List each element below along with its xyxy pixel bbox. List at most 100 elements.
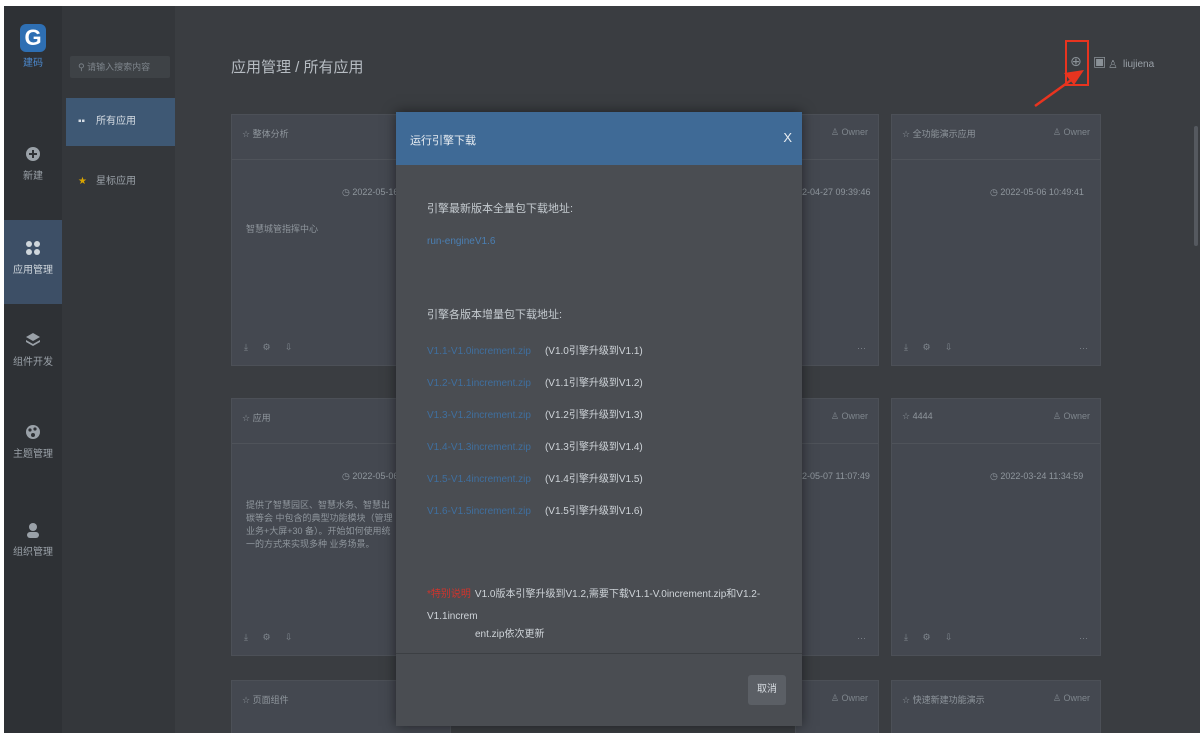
sidebar-item-all-apps[interactable]: ▪▪ 所有应用 [66, 98, 175, 146]
increment-row: V1.6-V1.5increment.zip (V1.5引擎升级到V1.6) [427, 502, 643, 517]
divider [796, 443, 878, 444]
card-owner: ♙ Owner [1052, 127, 1090, 137]
search-placeholder: 请输入搜索内容 [87, 62, 151, 72]
increment-link[interactable]: V1.5-V1.4increment.zip [427, 474, 531, 485]
rail-item-app-management[interactable]: 应用管理 [4, 220, 62, 304]
increment-row: V1.2-V1.1increment.zip (V1.1引擎升级到V1.2) [427, 374, 643, 389]
more-icon[interactable]: ··· [857, 633, 866, 643]
increment-desc: (V1.4引擎升级到V1.5) [544, 474, 643, 485]
star-icon: ★ [78, 176, 87, 187]
increment-desc: (V1.3引擎升级到V1.4) [544, 442, 643, 453]
app-card[interactable]: ♙ Owner [795, 680, 879, 733]
increment-row: V1.3-V1.2increment.zip (V1.2引擎升级到V1.3) [427, 406, 643, 421]
sidebar-item-starred[interactable]: ★ 星标应用 [66, 158, 175, 206]
increment-row: V1.4-V1.3increment.zip (V1.3引擎升级到V1.4) [427, 438, 643, 453]
card-date: 2-05-07 11:07:49 [802, 471, 870, 481]
rail-item-label: 主题管理 [13, 449, 53, 460]
rail-item-label: 应用管理 [13, 265, 53, 276]
divider [892, 159, 1100, 160]
plus-circle-icon [25, 146, 41, 162]
increment-desc: (V1.1引擎升级到V1.2) [544, 378, 643, 389]
note-tag: *特别说明 [427, 589, 471, 600]
card-actions[interactable]: ⤓ ⚙ ⇩ [904, 632, 959, 643]
increment-link[interactable]: V1.4-V1.3increment.zip [427, 442, 531, 453]
full-package-label: 引擎最新版本全量包下载地址: [427, 203, 574, 215]
increment-link[interactable]: V1.3-V1.2increment.zip [427, 410, 531, 421]
increment-desc: (V1.5引擎升级到V1.6) [544, 506, 643, 517]
grid-icon [25, 240, 41, 256]
rail-item-label: 组件开发 [13, 357, 53, 368]
more-icon[interactable]: ··· [857, 343, 866, 353]
card-title: ☆ 快速新建功能演示 [902, 695, 985, 705]
layers-icon [25, 332, 41, 348]
grid-small-icon: ▪▪ [78, 116, 86, 127]
divider [396, 653, 802, 654]
increment-desc: (V1.0引擎升级到V1.1) [544, 346, 643, 357]
card-description: 智慧城管指挥中心 [246, 224, 319, 234]
sidebar-item-label: 星标应用 [96, 176, 136, 187]
card-owner: ♙ Owner [830, 411, 868, 421]
card-title: ☆ 全功能演示应用 [902, 129, 976, 139]
sidebar-item-label: 所有应用 [96, 116, 136, 127]
app-card[interactable]: ☆ 全功能演示应用 ♙ Owner ◷ 2022-05-06 10:49:41 … [891, 114, 1101, 366]
user-icon [25, 522, 41, 538]
card-title: ☆ 应用 [242, 413, 271, 423]
rail-item-label: 组织管理 [13, 547, 53, 558]
increment-row: V1.1-V1.0increment.zip (V1.0引擎升级到V1.1) [427, 342, 643, 357]
more-icon[interactable]: ··· [1079, 343, 1088, 353]
card-date: 2-04-27 09:39:46 [802, 187, 871, 197]
icon-rail: G 建码 新建 应用管理 组件开发 主题管理 组织管理 [4, 6, 62, 733]
logo: G 建码 [14, 24, 52, 69]
app-sidebar: ⚲ 请输入搜索内容 ▪▪ 所有应用 ★ 星标应用 [62, 6, 175, 733]
rail-item-themes[interactable]: 主题管理 [4, 424, 62, 460]
scrollbar[interactable] [1194, 126, 1198, 246]
breadcrumb: 应用管理 / 所有应用 [231, 59, 364, 76]
cancel-button[interactable]: 取消 [748, 675, 786, 705]
app-card[interactable]: ♙ Owner 2-04-27 09:39:46 ··· [795, 114, 879, 366]
rail-item-organization[interactable]: 组织管理 [4, 522, 62, 558]
rail-item-label: 新建 [23, 171, 43, 182]
palette-icon [25, 424, 41, 440]
logo-text: 建码 [23, 58, 43, 69]
app-card[interactable]: ☆ 4444 ♙ Owner ◷ 2022-03-24 11:34:59 ⤓ ⚙… [891, 398, 1101, 656]
card-date: ◷ 2022-03-24 11:34:59 [990, 471, 1084, 481]
engine-download-modal: 运行引擎下载 X 引擎最新版本全量包下载地址: run-engineV1.6 引… [396, 112, 802, 726]
card-actions[interactable]: ⤓ ⚙ ⇩ [904, 342, 959, 353]
full-package-link[interactable]: run-engineV1.6 [427, 236, 495, 247]
card-owner: ♙ Owner [830, 693, 868, 703]
rail-item-new[interactable]: 新建 [4, 146, 62, 182]
search-icon: ⚲ [78, 62, 88, 72]
increment-row: V1.5-V1.4increment.zip (V1.4引擎升级到V1.5) [427, 470, 643, 485]
search-input[interactable]: ⚲ 请输入搜索内容 [70, 56, 170, 78]
note-text-continued: ent.zip依次更新 [475, 629, 545, 640]
divider [892, 443, 1100, 444]
more-icon[interactable]: ··· [1079, 633, 1088, 643]
logo-mark: G [20, 24, 46, 52]
download-engine-icon[interactable]: ⊕ [1070, 53, 1082, 70]
card-owner: ♙ Owner [1052, 693, 1090, 703]
card-description: 提供了智慧园区、智慧水务、智慧出碳等会 中包含的典型功能模块（管理业务+大屏+3… [246, 500, 393, 549]
app-window: G 建码 新建 应用管理 组件开发 主题管理 组织管理 ⚲ 请输入搜索内容 ▪▪… [4, 6, 1200, 733]
card-actions[interactable]: ⤓ ⚙ ⇩ [244, 632, 299, 643]
modal-header: 运行引擎下载 X [396, 112, 802, 165]
note-text: V1.0版本引擎升级到V1.2,需要下载V1.1-V.0increment.zi… [427, 589, 761, 622]
app-card[interactable]: ☆ 快速新建功能演示 ♙ Owner [891, 680, 1101, 733]
card-owner: ♙ Owner [830, 127, 868, 137]
card-title: ☆ 4444 [902, 411, 933, 421]
card-owner: ♙ Owner [1052, 411, 1090, 421]
card-date: ◷ 2022-05-06 10:49:41 [990, 187, 1084, 197]
increment-link[interactable]: V1.6-V1.5increment.zip [427, 506, 531, 517]
card-actions[interactable]: ⤓ ⚙ ⇩ [244, 342, 299, 353]
increment-link[interactable]: V1.1-V1.0increment.zip [427, 346, 531, 357]
user-icon: ♙ [1108, 59, 1118, 71]
rail-item-components[interactable]: 组件开发 [4, 332, 62, 368]
increment-label: 引擎各版本增量包下载地址: [427, 309, 563, 321]
document-icon[interactable]: ▣ [1093, 53, 1106, 70]
modal-title: 运行引擎下载 [410, 135, 476, 147]
increment-link[interactable]: V1.2-V1.1increment.zip [427, 378, 531, 389]
app-card[interactable]: ♙ Owner 2-05-07 11:07:49 ··· [795, 398, 879, 656]
username[interactable]: liujiena [1123, 59, 1154, 70]
card-title: ☆ 页面组件 [242, 695, 289, 705]
close-icon[interactable]: X [783, 130, 792, 145]
divider [796, 159, 878, 160]
